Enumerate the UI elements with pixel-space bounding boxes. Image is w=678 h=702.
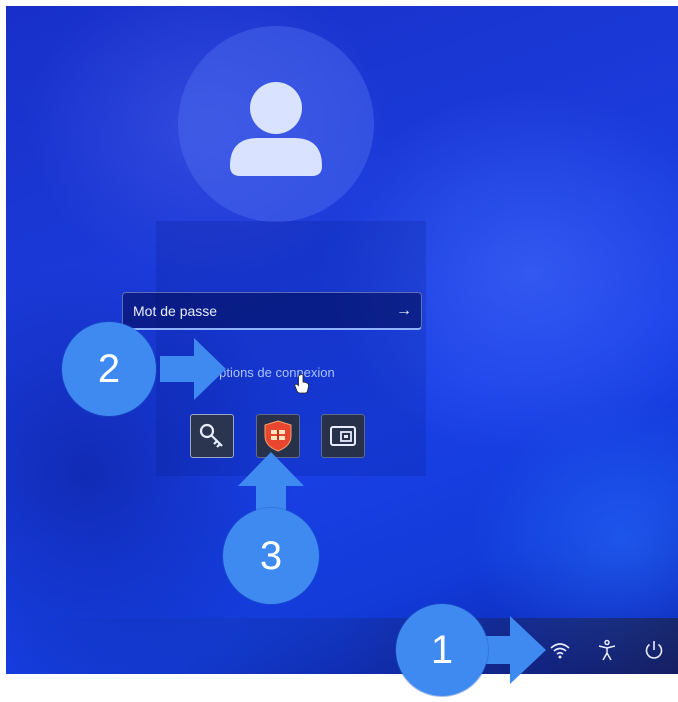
submit-arrow-button[interactable]: → [387,293,421,328]
accessibility-icon[interactable] [595,638,619,662]
key-option-button[interactable] [190,414,234,458]
tray-bar [6,618,678,674]
security-shield-icon [264,420,292,452]
wifi-icon[interactable] [548,638,572,662]
arrow-right-step-2 [160,338,226,400]
password-placeholder: Mot de passe [133,302,218,319]
certificate-option-button[interactable] [321,414,365,458]
password-field[interactable]: Mot de passe → [122,292,422,330]
power-icon[interactable] [642,638,666,662]
hand-cursor-icon [294,374,309,394]
key-icon [199,423,223,448]
certificate-card-icon [330,426,356,446]
step-1-badge: 1 [396,604,488,696]
step-3-badge: 3 [223,508,319,604]
step-2-badge: 2 [62,322,156,416]
user-avatar [178,26,374,222]
user-avatar-icon [230,82,322,176]
